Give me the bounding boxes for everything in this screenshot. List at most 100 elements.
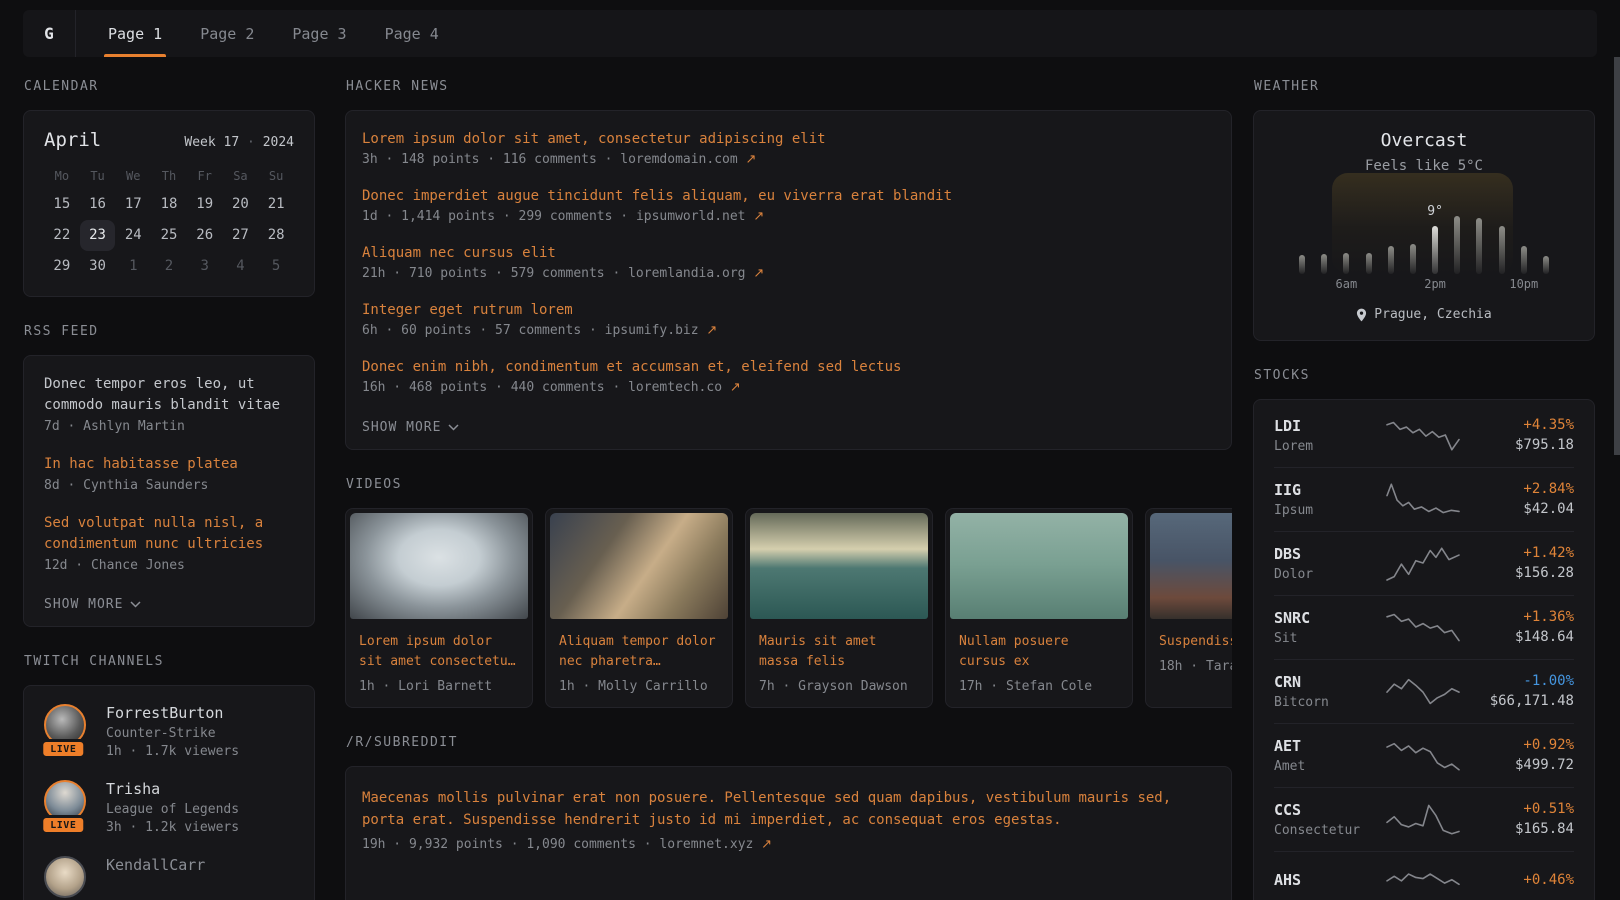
- stock-id: AET Amet: [1274, 737, 1382, 774]
- stock-ticker[interactable]: CRN: [1274, 673, 1382, 691]
- stock-ticker[interactable]: LDI: [1274, 417, 1382, 435]
- rss-section-title: RSS FEED: [24, 324, 315, 339]
- weather-temperature-chart: 9°: [1299, 188, 1549, 274]
- hacker-news-item-domain[interactable]: ipsumworld.net: [636, 209, 746, 224]
- hacker-news-item-title[interactable]: Lorem ipsum dolor sit amet, consectetur …: [362, 131, 1215, 147]
- stock-values: +2.84% $42.04: [1464, 481, 1574, 517]
- window-scrollbar: [1613, 0, 1620, 900]
- hacker-news-item-domain[interactable]: loremlandia.org: [628, 266, 745, 281]
- stock-company-name: Ipsum: [1274, 503, 1382, 518]
- video-card[interactable]: Suspendisse diam 18h · Tara: [1145, 508, 1232, 708]
- rss-item-title[interactable]: In hac habitasse platea: [44, 454, 294, 475]
- subreddit-widget: Maecenas mollis pulvinar erat non posuer…: [345, 766, 1232, 900]
- scrollbar-thumb[interactable]: [1614, 57, 1620, 455]
- twitch-channel-category[interactable]: Counter-Strike: [106, 726, 239, 741]
- calendar-weekday: Th: [151, 163, 187, 189]
- stock-row[interactable]: CRN Bitcorn -1.00% $66,171.48: [1274, 659, 1574, 723]
- hacker-news-show-more-button[interactable]: SHOW MORE: [362, 420, 459, 435]
- rss-item-title[interactable]: Sed volutpat nulla nisl, a condimentum n…: [44, 513, 294, 555]
- stock-row[interactable]: SNRC Sit +1.36% $148.64: [1274, 595, 1574, 659]
- calendar-day: 2: [151, 251, 187, 282]
- hacker-news-item: Lorem ipsum dolor sit amet, consectetur …: [362, 131, 1215, 167]
- stock-ticker[interactable]: AHS: [1274, 871, 1382, 889]
- stock-price: $156.28: [1464, 565, 1574, 581]
- subreddit-post-meta: 19h · 9,932 points · 1,090 comments · lo…: [362, 837, 1215, 852]
- subreddit-post-domain[interactable]: loremnet.xyz: [659, 837, 753, 852]
- hacker-news-item: Donec enim nibh, condimentum et accumsan…: [362, 359, 1215, 395]
- hacker-news-item-meta: 3h · 148 points · 116 comments · loremdo…: [362, 152, 1215, 167]
- twitch-channel-category[interactable]: League of Legends: [106, 802, 239, 817]
- twitch-channel-row[interactable]: LIVE Trisha League of Legends 3h · 1.2k …: [44, 780, 294, 835]
- chevron-down-icon: [448, 424, 459, 431]
- calendar-day: 20: [223, 189, 259, 220]
- hacker-news-item-domain[interactable]: ipsumify.biz: [605, 323, 699, 338]
- video-title[interactable]: Suspendisse diam: [1146, 623, 1232, 652]
- video-thumbnail[interactable]: [750, 513, 928, 619]
- calendar-day: 16: [80, 189, 116, 220]
- video-thumbnail[interactable]: [1150, 513, 1232, 619]
- stock-values: +0.46%: [1464, 872, 1574, 892]
- rss-item-title[interactable]: Donec tempor eros leo, ut commodo mauris…: [44, 374, 294, 416]
- video-title[interactable]: Aliquam tempor dolor nec pharetra…: [546, 623, 732, 672]
- weather-bar: [1321, 254, 1327, 274]
- video-card[interactable]: Mauris sit amet massa felis 7h · Grayson…: [745, 508, 933, 708]
- weather-bar: [1388, 246, 1394, 274]
- twitch-channel-name[interactable]: Trisha: [106, 780, 239, 798]
- separator-dot: ·: [247, 135, 255, 150]
- twitch-channel-row[interactable]: KendallCarr: [44, 856, 294, 900]
- hacker-news-item-title[interactable]: Donec imperdiet augue tincidunt felis al…: [362, 188, 1215, 204]
- stock-ticker[interactable]: SNRC: [1274, 609, 1382, 627]
- subreddit-post-title[interactable]: Maecenas mollis pulvinar erat non posuer…: [362, 787, 1215, 831]
- stock-row[interactable]: CCS Consectetur +0.51% $165.84: [1274, 787, 1574, 851]
- app-logo[interactable]: G: [23, 10, 76, 57]
- stock-row[interactable]: DBS Dolor +1.42% $156.28: [1274, 531, 1574, 595]
- rss-show-more-button[interactable]: SHOW MORE: [44, 597, 141, 612]
- hacker-news-item-stats: 3h · 148 points · 116 comments ·: [362, 152, 620, 167]
- video-card[interactable]: Nullam posuere cursus ex 17h · Stefan Co…: [945, 508, 1133, 708]
- twitch-avatar-wrap: [44, 856, 90, 900]
- weather-hour-label: 6am: [1336, 277, 1358, 291]
- hacker-news-item-title[interactable]: Aliquam nec cursus elit: [362, 245, 1215, 261]
- video-title[interactable]: Mauris sit amet massa felis: [746, 623, 932, 672]
- weather-bar: [1476, 218, 1482, 274]
- stock-id: LDI Lorem: [1274, 417, 1382, 454]
- video-title[interactable]: Lorem ipsum dolor sit amet consectetu…: [346, 623, 532, 672]
- external-link-icon: ↗: [761, 837, 772, 852]
- hacker-news-item-title[interactable]: Donec enim nibh, condimentum et accumsan…: [362, 359, 1215, 375]
- twitch-channel-name[interactable]: KendallCarr: [106, 856, 205, 874]
- video-card[interactable]: Lorem ipsum dolor sit amet consectetu… 1…: [345, 508, 533, 708]
- hacker-news-item-title[interactable]: Integer eget rutrum lorem: [362, 302, 1215, 318]
- stock-ticker[interactable]: IIG: [1274, 481, 1382, 499]
- stock-values: +1.42% $156.28: [1464, 545, 1574, 581]
- stock-ticker[interactable]: CCS: [1274, 801, 1382, 819]
- stock-row[interactable]: AET Amet +0.92% $499.72: [1274, 723, 1574, 787]
- hacker-news-item: Donec imperdiet augue tincidunt felis al…: [362, 188, 1215, 224]
- subreddit-post-stats: 19h · 9,932 points · 1,090 comments ·: [362, 837, 659, 852]
- twitch-channel-viewers: 1h · 1.7k viewers: [106, 744, 239, 759]
- video-title[interactable]: Nullam posuere cursus ex: [946, 623, 1132, 672]
- stock-values: -1.00% $66,171.48: [1464, 673, 1574, 709]
- video-card[interactable]: Aliquam tempor dolor nec pharetra… 1h · …: [545, 508, 733, 708]
- nav-tab[interactable]: Page 1: [96, 10, 174, 57]
- stock-ticker[interactable]: AET: [1274, 737, 1382, 755]
- stock-row[interactable]: IIG Ipsum +2.84% $42.04: [1274, 467, 1574, 531]
- video-thumbnail[interactable]: [550, 513, 728, 619]
- rss-item-meta: 8d · Cynthia Saunders: [44, 478, 294, 493]
- calendar-day: 30: [80, 251, 116, 282]
- video-thumbnail[interactable]: [350, 513, 528, 619]
- weather-location-label: Prague, Czechia: [1374, 307, 1491, 322]
- nav-tab[interactable]: Page 4: [373, 10, 451, 57]
- video-thumbnail[interactable]: [950, 513, 1128, 619]
- nav-tab[interactable]: Page 3: [280, 10, 358, 57]
- nav-tab[interactable]: Page 2: [188, 10, 266, 57]
- twitch-channel-row[interactable]: LIVE ForrestBurton Counter-Strike 1h · 1…: [44, 704, 294, 759]
- weather-bar: [1521, 246, 1527, 274]
- twitch-channel-name[interactable]: ForrestBurton: [106, 704, 239, 722]
- hacker-news-item-domain[interactable]: loremtech.co: [628, 380, 722, 395]
- hacker-news-item-meta: 1d · 1,414 points · 299 comments · ipsum…: [362, 209, 1215, 224]
- stock-ticker[interactable]: DBS: [1274, 545, 1382, 563]
- stock-row[interactable]: AHS +0.46%: [1274, 851, 1574, 900]
- stock-row[interactable]: LDI Lorem +4.35% $795.18: [1274, 404, 1574, 467]
- hacker-news-item-domain[interactable]: loremdomain.com: [620, 152, 737, 167]
- weather-bar: [1410, 244, 1416, 274]
